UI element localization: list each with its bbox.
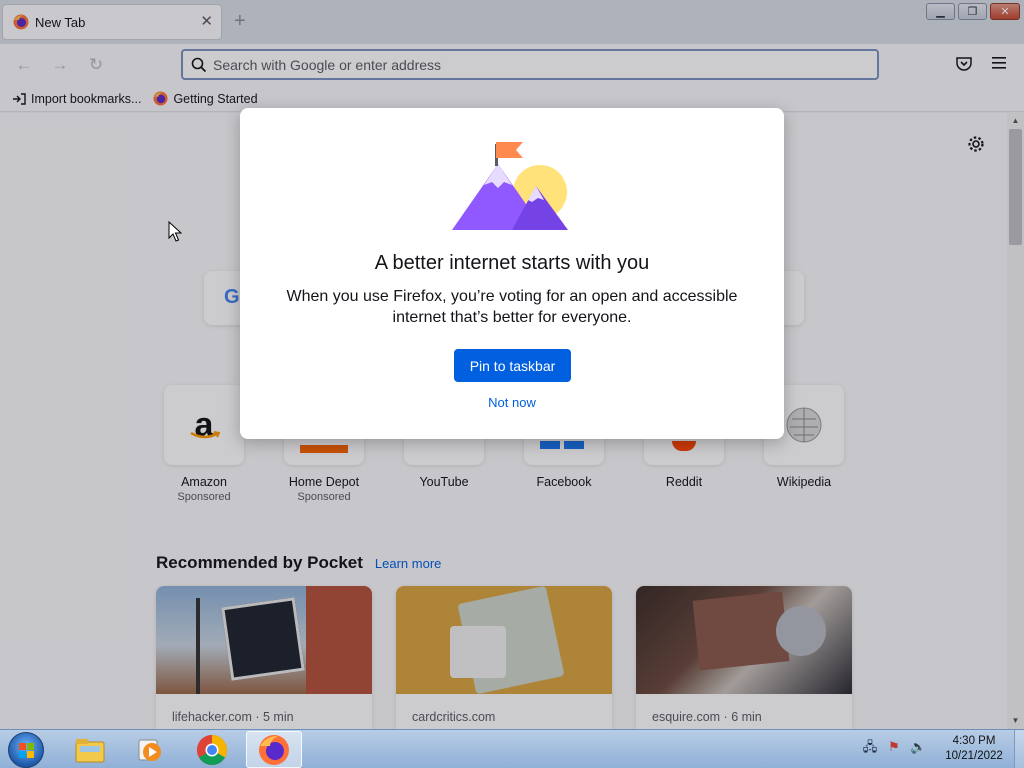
clock-time: 4:30 PM <box>952 735 996 747</box>
network-icon[interactable]: 🖧 <box>862 739 878 755</box>
taskbar-file-explorer[interactable] <box>62 731 118 768</box>
dialog-title: A better internet starts with you <box>374 252 650 274</box>
mouse-pointer-icon <box>168 221 182 242</box>
clock-date: 10/21/2022 <box>945 750 1003 762</box>
media-player-icon <box>138 739 161 761</box>
start-button[interactable] <box>8 732 44 768</box>
show-desktop-button[interactable] <box>1014 730 1024 768</box>
folder-icon <box>75 738 105 762</box>
taskbar-firefox[interactable] <box>246 731 302 768</box>
action-center-flag-icon[interactable]: ⚑ <box>886 739 902 755</box>
windows-logo-icon <box>19 743 34 758</box>
taskbar-media-player[interactable] <box>122 731 178 768</box>
chrome-icon <box>196 734 228 765</box>
volume-icon[interactable]: 🔈 <box>910 739 926 755</box>
not-now-link[interactable]: Not now <box>240 395 784 410</box>
mountain-flag-illustration-icon <box>452 142 568 230</box>
taskbar-clock[interactable]: 4:30 PM 10/21/2022 <box>936 734 1012 764</box>
pin-firefox-dialog: A better internet starts with you When y… <box>240 108 784 439</box>
pin-to-taskbar-button[interactable]: Pin to taskbar <box>454 349 571 382</box>
dialog-subtitle: When you use Firefox, you’re voting for … <box>286 288 738 326</box>
windows-taskbar: 🖧 ⚑ 🔈 4:30 PM 10/21/2022 <box>0 729 1024 768</box>
firefox-icon <box>259 734 289 765</box>
system-tray: 🖧 ⚑ 🔈 <box>862 739 926 755</box>
taskbar-chrome[interactable] <box>184 731 240 768</box>
